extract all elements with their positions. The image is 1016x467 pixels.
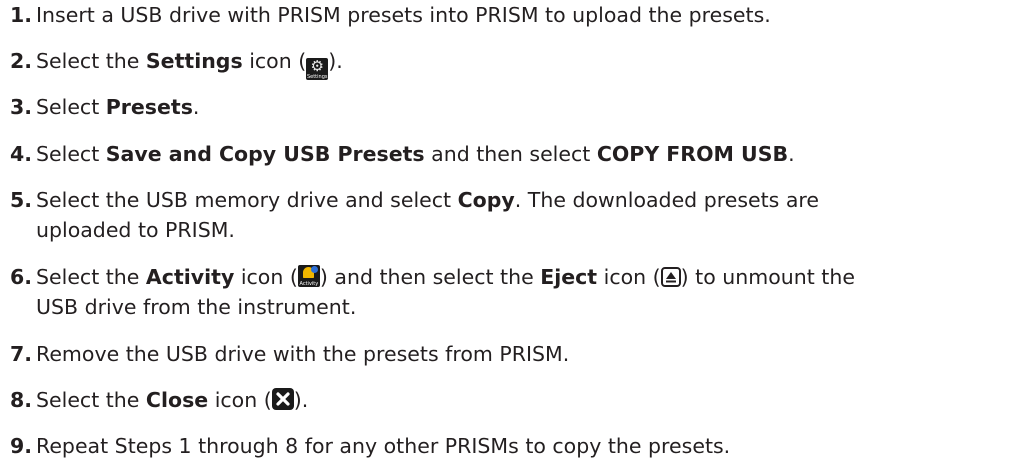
step-text: Select Presets. xyxy=(36,92,199,122)
step-text-run: ). xyxy=(328,49,343,73)
step-text-run: and then select xyxy=(424,142,597,166)
step-text: Select the Close icon (). xyxy=(36,385,308,415)
step-text-bold: COPY FROM USB xyxy=(596,142,789,166)
step-text: Select the Settings icon (⚙ Settings). xyxy=(36,46,343,80)
step-number: 4. xyxy=(10,142,33,166)
step-number: 2. xyxy=(10,49,33,73)
step-text-run: ) to unmount the xyxy=(680,265,855,289)
step-number: 6. xyxy=(10,265,33,289)
notification-dot xyxy=(310,266,318,273)
close-x-glyph xyxy=(276,392,290,406)
activity-icon-caption: Activity xyxy=(299,281,319,287)
step-text-bold: Presets xyxy=(105,95,193,119)
step-text-continuation: USB drive from the instrument. xyxy=(36,295,357,319)
step-text-run: Select the USB memory drive and select xyxy=(36,188,458,212)
step-text: Select Save and Copy USB Presets and the… xyxy=(36,139,795,169)
step-text: Select the USB memory drive and select C… xyxy=(36,185,819,215)
step-text-run: icon ( xyxy=(234,265,298,289)
step-text-run: . xyxy=(192,95,200,119)
eject-icon xyxy=(660,267,681,287)
step-text-run: icon ( xyxy=(597,265,661,289)
close-icon xyxy=(271,388,294,410)
step-text: Select the Activity icon (Activity) and … xyxy=(36,262,855,292)
step-text-run: icon ( xyxy=(208,388,272,412)
activity-icon: Activity xyxy=(297,265,320,287)
step-text-run: ). xyxy=(293,388,309,412)
step-number: 5. xyxy=(10,188,33,212)
step-text-bold: Save and Copy USB Presets xyxy=(105,142,425,166)
settings-icon: ⚙ Settings xyxy=(306,57,329,80)
step-text-run: Select xyxy=(36,95,106,119)
step-text-run: Repeat Steps 1 through 8 for any other P… xyxy=(36,434,731,458)
step-text-run: Select the xyxy=(36,388,146,412)
step-text-run: . xyxy=(788,142,795,166)
step-number: 1. xyxy=(10,3,33,27)
step-text-run: Select the xyxy=(36,49,146,73)
step-text-continuation: uploaded to PRISM. xyxy=(36,218,235,242)
step-text: Repeat Steps 1 through 8 for any other P… xyxy=(36,431,730,461)
step-text-bold: Copy xyxy=(457,188,515,212)
step-text-bold: Settings xyxy=(145,49,243,73)
settings-icon-caption: Settings xyxy=(306,74,328,80)
step-text-run: . The downloaded presets are xyxy=(514,188,819,212)
step-text-bold: Activity xyxy=(145,265,235,289)
step-text: Remove the USB drive with the presets fr… xyxy=(36,339,569,369)
step-text-run: icon ( xyxy=(242,49,307,73)
step-text-run: Select xyxy=(36,142,106,166)
step-text-bold: Close xyxy=(145,388,209,412)
step-number: 9. xyxy=(10,434,33,458)
step-text-run: Remove the USB drive with the presets fr… xyxy=(36,342,570,366)
step-number: 8. xyxy=(10,388,33,412)
step-number: 7. xyxy=(10,342,33,366)
step-text-run: Select the xyxy=(36,265,146,289)
step-text-run: ) and then select the xyxy=(319,265,541,289)
step-text: Insert a USB drive with PRISM presets in… xyxy=(36,0,771,30)
step-text-bold: Eject xyxy=(540,265,598,289)
step-text-run: Insert a USB drive with PRISM presets in… xyxy=(36,3,771,27)
eject-glyph xyxy=(665,272,676,283)
step-number: 3. xyxy=(10,95,33,119)
